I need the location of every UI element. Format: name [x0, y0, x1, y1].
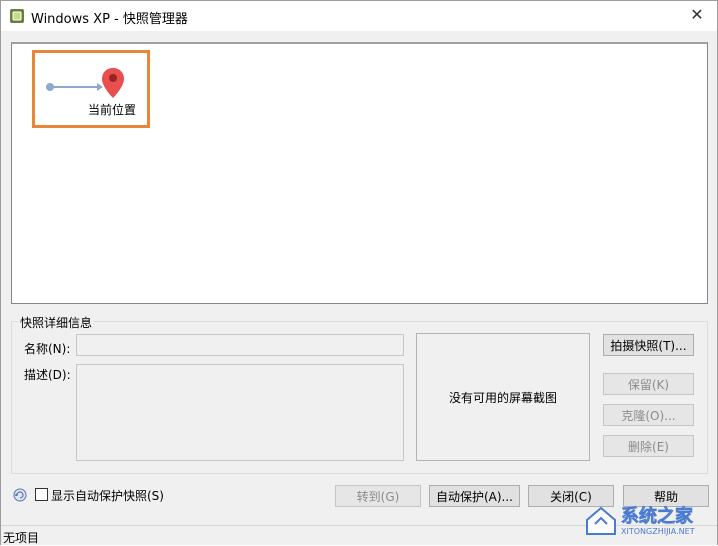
autoprotect-clock-icon	[13, 488, 27, 502]
show-autoprotect-label[interactable]: 显示自动保护快照(S)	[51, 487, 164, 504]
title-bar: Windows XP - 快照管理器 ✕	[1, 1, 717, 31]
autoprotect-button[interactable]: 自动保护(A)...	[429, 485, 520, 507]
delete-button[interactable]: 删除(E)	[603, 435, 694, 457]
take-snapshot-button[interactable]: 拍摄快照(T)...	[603, 334, 694, 356]
name-field[interactable]	[76, 334, 404, 356]
preview-empty-text: 没有可用的屏幕截图	[448, 390, 557, 405]
group-legend: 快照详细信息	[18, 314, 95, 331]
vmware-app-icon	[10, 9, 24, 23]
map-pin-icon	[102, 68, 124, 98]
goto-button[interactable]: 转到(G)	[335, 485, 421, 507]
current-position-label: 当前位置	[88, 103, 137, 117]
keep-button[interactable]: 保留(K)	[603, 373, 694, 395]
watermark-logo: 系统之家 XITONGZHIJIA.NET	[586, 505, 695, 536]
desc-label: 描述(D):	[24, 368, 71, 382]
window-title: Windows XP - 快照管理器	[31, 12, 188, 27]
watermark-url: XITONGZHIJIA.NET	[621, 527, 695, 536]
timeline-arrow-icon	[46, 83, 103, 91]
name-label: 名称(N):	[24, 342, 71, 356]
close-icon[interactable]: ✕	[687, 5, 707, 25]
snapshot-manager-window: Windows XP - 快照管理器 ✕ 当前位置 快照详细信息 名称(N): …	[0, 0, 718, 545]
current-position-node[interactable]: 当前位置	[32, 50, 150, 128]
clone-button[interactable]: 克隆(O)...	[603, 404, 694, 426]
status-text: 无项目	[3, 531, 40, 545]
screenshot-preview: 没有可用的屏幕截图	[416, 333, 590, 461]
snapshot-tree[interactable]: 当前位置	[11, 42, 708, 304]
show-autoprotect-checkbox[interactable]	[35, 488, 48, 501]
watermark-text: 系统之家	[621, 505, 694, 527]
desc-field[interactable]	[76, 364, 404, 461]
